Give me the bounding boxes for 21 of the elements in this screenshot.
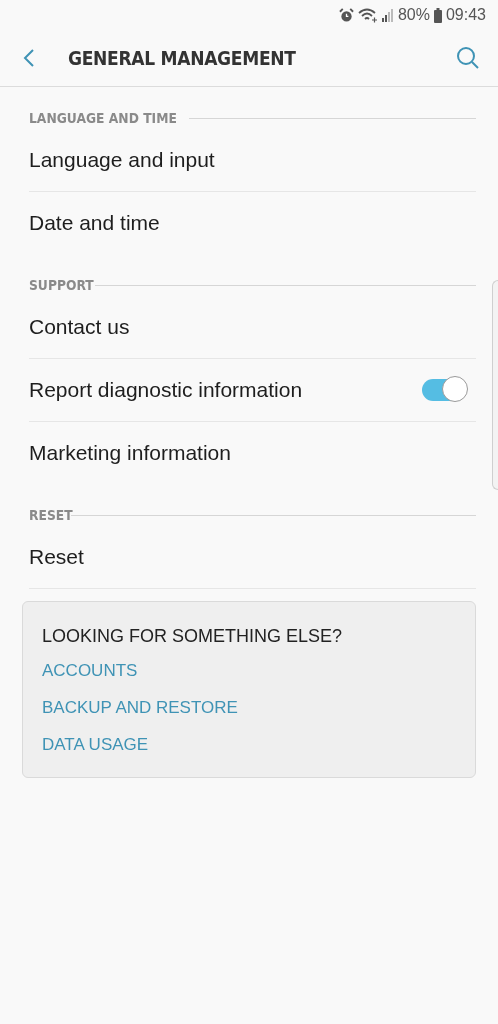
settings-item[interactable]: Marketing information [29, 422, 476, 484]
signal-icon [381, 8, 394, 22]
settings-item[interactable]: Date and time [29, 192, 476, 254]
page-title: GENERAL MANAGEMENT [68, 47, 297, 69]
settings-item[interactable]: Reset [29, 526, 476, 589]
card-title: LOOKING FOR SOMETHING ELSE? [42, 626, 343, 647]
battery-icon [433, 7, 442, 23]
settings-item[interactable]: Report diagnostic information [29, 359, 476, 422]
back-button[interactable] [22, 48, 36, 68]
section-header: LANGUAGE AND TIME [29, 110, 177, 126]
clock-time: 09:43 [445, 6, 486, 24]
edge-panel-handle[interactable] [492, 280, 498, 490]
section-header: SUPPORT [29, 277, 94, 293]
wifi-icon [357, 7, 378, 23]
section-header: RESET [29, 507, 73, 523]
search-button[interactable] [456, 46, 480, 70]
toggle-switch[interactable] [422, 379, 466, 401]
battery-percentage: 80% [397, 6, 430, 24]
settings-item[interactable]: Contact us [29, 296, 476, 359]
alarm-icon [338, 7, 354, 23]
settings-item[interactable]: Language and input [29, 129, 476, 192]
